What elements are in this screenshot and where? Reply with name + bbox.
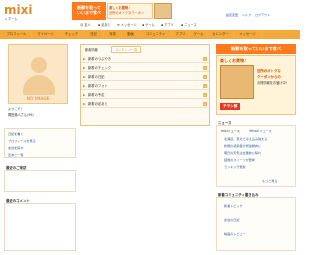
right-ad-line1: 新鮮を取っていいまで食べ: [230, 46, 282, 51]
tab-photo[interactable]: 写真: [104, 31, 122, 38]
nav-apps[interactable]: ▪ アプリ: [161, 22, 174, 27]
nav-friends[interactable]: ☺ 友人: [80, 22, 91, 27]
news-tab-yahoo[interactable]: Yahoo!ニュース: [249, 128, 272, 133]
no-image-label: NO IMAGE: [26, 96, 50, 101]
tab-community[interactable]: コミュニティ: [140, 31, 172, 38]
tab-apps[interactable]: アプリ: [172, 31, 190, 38]
feed-row[interactable]: ▶ 新着のチェック +: [81, 64, 209, 72]
tab-messages[interactable]: メッセージ: [234, 31, 262, 38]
arrow-icon: ▶: [83, 93, 86, 97]
right-ad-image: [220, 65, 254, 99]
app-icon: ▪: [161, 23, 164, 27]
banner-line-2: いいまで食べ: [77, 10, 101, 15]
plus-icon[interactable]: +: [203, 102, 207, 106]
news-tab-mixi[interactable]: mixiニュース: [221, 128, 240, 133]
right-ad-line5: お得情報をお届け中！: [257, 81, 289, 85]
feed-row[interactable]: ▶ 新着のつぶやき +: [81, 55, 209, 63]
home-icon: ⌂: [5, 17, 8, 21]
top-banner-ad[interactable]: 新鮮を取って いいまで食べ: [72, 2, 106, 20]
mixi-logo[interactable]: mixi: [4, 3, 38, 17]
right-ad-body[interactable]: 楽しくお買物♪ 近所のオトクな クーポンからの お得情報をお届け中！ チラシ部: [216, 55, 296, 115]
top-banner-sub[interactable]: 楽しくお買物♪ 近所のオトクなクーポン: [107, 3, 153, 19]
arrow-icon: ▶: [83, 102, 86, 106]
news-item[interactable]: 北海道、東北で冷え込み強まる: [224, 136, 267, 141]
plus-icon[interactable]: +: [203, 57, 207, 61]
main-feed-box: 新着情報 コンテンツ一覧 ▶ 新着のつぶやき + ▶ 新着のチェック + ▶ 新着の日記 +…: [80, 44, 210, 126]
mail-icon: ✉: [117, 23, 120, 27]
sub-tab-new[interactable]: 新着情報: [85, 47, 98, 52]
profile-image[interactable]: NO IMAGE: [8, 44, 68, 104]
nav-footprints[interactable]: ▪ 足あと: [98, 22, 111, 27]
news-icon: ▪: [181, 23, 184, 27]
feed-row[interactable]: ▶ 新着の予定 +: [81, 91, 209, 99]
logout-link[interactable]: ログアウト: [255, 13, 270, 17]
write-diary-link[interactable]: 日記を書く: [8, 131, 78, 137]
news-item[interactable]: 話題のスイーツが登場: [224, 157, 255, 162]
logo-text: mixi: [4, 3, 33, 17]
plus-icon[interactable]: +: [203, 84, 207, 88]
view-profile-link[interactable]: プロフィールを見る: [8, 138, 78, 144]
left-menu: 日記を書く プロフィールを見る 友達を探す 足あと一覧: [4, 128, 76, 158]
avatar-head: [31, 57, 47, 73]
people-icon: ☺: [80, 23, 84, 27]
feed-row[interactable]: ▶ 新着のフォト +: [81, 82, 209, 90]
plus-icon[interactable]: +: [203, 75, 207, 79]
help-link[interactable]: ヘルプ: [242, 13, 251, 17]
news-item[interactable]: 新規の感染者が増加傾向に: [224, 143, 261, 148]
recent-comments-box: [4, 203, 76, 251]
tab-diary[interactable]: 日記: [84, 31, 104, 38]
profile-name: 梶田典人さん(99): [8, 113, 34, 117]
news-item[interactable]: 明日の天気は全国的に晴れ: [224, 150, 261, 155]
home-link[interactable]: ⌂ ホーム: [5, 16, 18, 21]
nav-messages[interactable]: ✉ メッセージ: [117, 22, 137, 27]
nav-games[interactable]: ▪ ゲーム: [142, 22, 155, 27]
arrow-icon: ▶: [83, 57, 86, 61]
tab-calendar[interactable]: カレンダー: [208, 31, 234, 38]
community-item[interactable]: 映画のレビュー: [224, 231, 246, 236]
right-ad-header[interactable]: 新鮮を取っていいまで食べ: [216, 44, 296, 54]
tab-profile[interactable]: プロフィール: [2, 31, 32, 38]
news-box: mixiニュース Yahoo!ニュース: [216, 125, 296, 187]
arrow-icon: ▶: [83, 66, 86, 70]
plus-icon[interactable]: +: [203, 93, 207, 97]
banner-thumb: [154, 3, 172, 19]
banner-sub-2: 近所のオトクなクーポン: [109, 11, 145, 15]
community-item[interactable]: 友達の日記: [224, 217, 239, 222]
arrow-icon: ▶: [83, 84, 86, 88]
right-ad-line3: 近所のオトクな: [257, 69, 281, 73]
tab-mypage[interactable]: マイページ: [32, 31, 60, 38]
avatar-body: [23, 75, 55, 95]
top-links: 設定変更 ヘルプ ログアウト: [226, 13, 270, 17]
tab-check[interactable]: チェック: [60, 31, 84, 38]
right-ad-line2: 楽しくお買物♪: [220, 58, 247, 63]
settings-link[interactable]: 設定変更: [226, 13, 238, 17]
plus-icon[interactable]: +: [203, 66, 207, 70]
news-more-link[interactable]: もっと見る: [262, 178, 277, 183]
tab-video[interactable]: 動画: [122, 31, 140, 38]
footprint-icon: ▪: [98, 23, 101, 27]
right-ad-badge: チラシ部: [220, 103, 241, 110]
game-icon: ▪: [142, 23, 145, 27]
footprints-link[interactable]: 足あと一覧: [8, 152, 78, 158]
feed-row[interactable]: ▶ 新着の足あと +: [81, 100, 209, 108]
feed-row[interactable]: ▶ 新着の日記 +: [81, 73, 209, 81]
tab-games[interactable]: ゲーム: [190, 31, 208, 38]
find-friends-link[interactable]: 友達を探す: [8, 145, 78, 151]
profile-welcome[interactable]: ようこそ！: [8, 106, 24, 111]
community-item[interactable]: 新着トピック: [224, 203, 243, 208]
sub-tab-contents[interactable]: コンテンツ一覧: [111, 46, 142, 53]
arrow-icon: ▶: [83, 75, 86, 79]
news-item[interactable]: ランキング更新: [224, 164, 246, 169]
nav-news[interactable]: ▪ ニュース: [181, 22, 197, 27]
recent-visits-box: [4, 170, 76, 192]
right-ad-line4: クーポンからの: [257, 75, 281, 79]
